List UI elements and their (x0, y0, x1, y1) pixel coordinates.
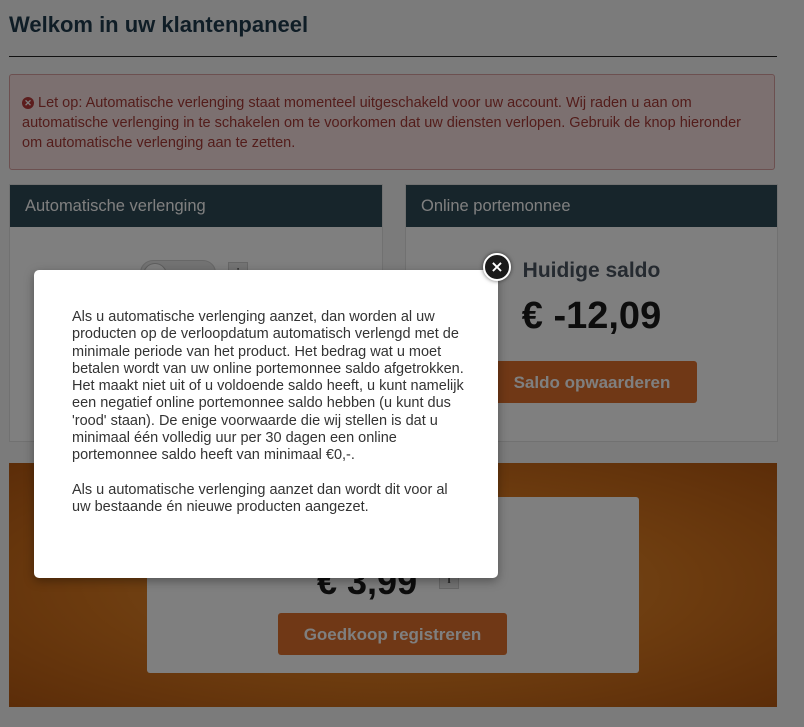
modal-paragraph-2: Als u automatische verlenging aanzet dan… (72, 481, 448, 515)
modal-paragraph-1: Als u automatische verlenging aanzet, da… (72, 309, 464, 464)
modal-body: Als u automatische verlenging aanzet, da… (72, 309, 464, 533)
auto-renew-info-modal: Als u automatische verlenging aanzet, da… (34, 270, 498, 578)
close-icon[interactable]: × (483, 253, 511, 281)
